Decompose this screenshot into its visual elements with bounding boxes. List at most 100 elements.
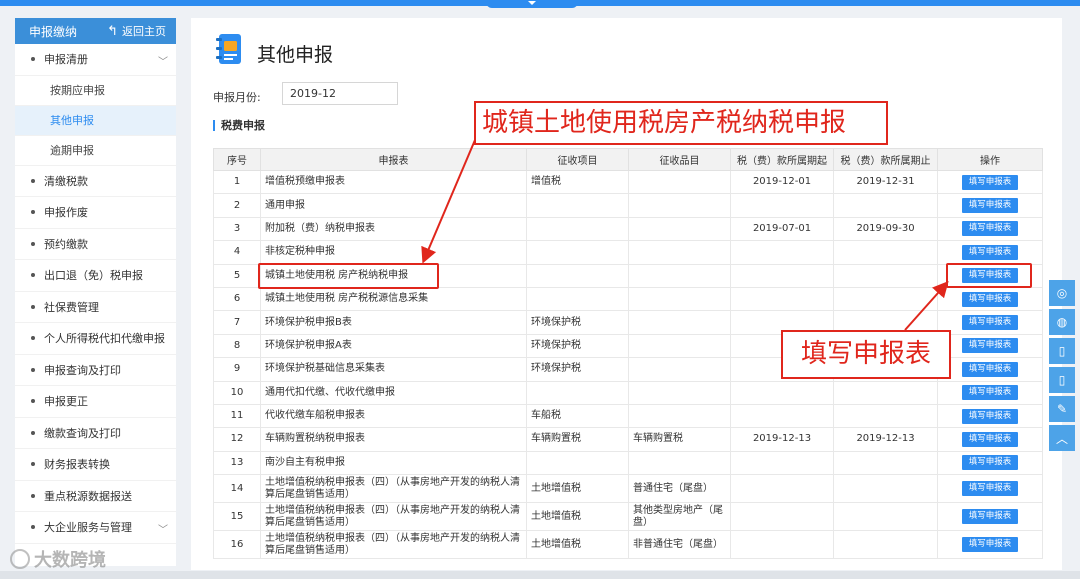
sidebar-subitem[interactable]: 按期应申报 <box>15 76 176 106</box>
fill-form-button[interactable]: 填写申报表 <box>962 408 1018 424</box>
month-input[interactable] <box>282 82 398 105</box>
period-end <box>833 403 938 429</box>
row-number: 3 <box>213 216 261 242</box>
weibo-icon[interactable]: ◍ <box>1049 309 1075 335</box>
tax-subitem: 非普通住宅（尾盘） <box>628 530 731 560</box>
fill-form-button[interactable]: 填写申报表 <box>962 509 1018 525</box>
sidebar-subitem[interactable]: 其他申报 <box>15 105 176 136</box>
form-name: 土地增值税纳税申报表（四）（从事房地产开发的纳税人清算后尾盘销售适用） <box>260 530 527 560</box>
sidebar-item[interactable]: 个人所得税代扣代缴申报 <box>15 323 176 355</box>
chevron-down-icon: ﹀ <box>158 57 168 68</box>
sidebar-item-label: 大企业服务与管理 <box>44 521 132 535</box>
tax-item <box>526 286 629 312</box>
form-icon <box>216 34 241 64</box>
tax-subitem <box>628 286 731 312</box>
row-number: 9 <box>213 357 261 382</box>
tax-item <box>526 240 629 265</box>
period-end <box>833 286 938 312</box>
sidebar-item[interactable]: 大企业服务与管理 ﹀ <box>15 512 176 544</box>
phone-icon[interactable]: ▯ <box>1049 367 1075 393</box>
highlight-fill-button-5 <box>946 263 1032 288</box>
tool-rail: ◎ ◍ ▯ ▯ ✎ ︿ <box>1049 280 1075 454</box>
action-cell: 填写申报表 <box>937 403 1043 429</box>
row-number: 4 <box>213 240 261 265</box>
sidebar-subitem[interactable]: 逾期申报 <box>15 136 176 166</box>
sidebar-item-label: 申报查询及打印 <box>44 363 121 377</box>
back-to-top-icon[interactable]: ︿ <box>1049 425 1075 451</box>
page-title: 其他申报 <box>257 44 334 66</box>
fill-form-button[interactable]: 填写申报表 <box>962 481 1018 497</box>
fill-form-button[interactable]: 填写申报表 <box>962 431 1018 447</box>
form-name: 土地增值税纳税申报表（四）（从事房地产开发的纳税人清算后尾盘销售适用） <box>260 474 527 504</box>
tax-subitem: 普通住宅（尾盘） <box>628 474 731 504</box>
row-number: 15 <box>213 502 261 532</box>
fill-form-button[interactable]: 填写申报表 <box>962 198 1018 214</box>
period-end <box>833 474 938 504</box>
table-row: 6 城镇土地使用税 房产税税源信息采集 填写申报表 <box>213 286 1043 312</box>
row-number: 6 <box>213 286 261 312</box>
fill-form-button[interactable]: 填写申报表 <box>962 174 1018 190</box>
sidebar-item[interactable]: 申报更正 <box>15 386 176 418</box>
row-number: 7 <box>213 310 261 335</box>
chat-icon[interactable]: ◎ <box>1049 280 1075 306</box>
mobile-icon[interactable]: ▯ <box>1049 338 1075 364</box>
highlight-row-5 <box>258 263 439 289</box>
callout-fill-form: 填写申报表 <box>781 330 951 379</box>
form-name: 南沙自主有税申报 <box>260 450 527 476</box>
sidebar-item[interactable]: 社保费管理 <box>15 292 176 323</box>
sidebar-item[interactable]: 申报作废 <box>15 197 176 229</box>
sidebar-item[interactable]: 重点税源数据报送 <box>15 481 176 512</box>
tax-subitem <box>628 310 731 335</box>
tax-item <box>526 216 629 242</box>
period-start: 2019-07-01 <box>730 216 834 242</box>
sidebar-item[interactable]: 清缴税款 <box>15 166 176 197</box>
fill-form-button[interactable]: 填写申报表 <box>962 338 1018 354</box>
tax-item: 车辆购置税 <box>526 427 629 452</box>
horizontal-scrollbar[interactable] <box>0 571 1080 579</box>
form-name: 附加税（费）纳税申报表 <box>260 216 527 242</box>
fill-form-button[interactable]: 填写申报表 <box>962 537 1018 553</box>
tax-subitem <box>628 380 731 405</box>
form-name: 代收代缴车船税申报表 <box>260 403 527 429</box>
row-number: 11 <box>213 403 261 429</box>
action-cell: 填写申报表 <box>937 169 1043 195</box>
sidebar-item[interactable]: 财务报表转换 <box>15 449 176 481</box>
sidebar-title: 申报缴纳 <box>29 24 78 39</box>
sidebar-item[interactable]: 申报查询及打印 <box>15 355 176 386</box>
tax-subitem <box>628 240 731 265</box>
top-collapse-tab[interactable] <box>486 0 578 8</box>
form-name: 通用代扣代缴、代收代缴申报 <box>260 380 527 405</box>
bullet-icon <box>31 57 35 62</box>
fill-form-button[interactable]: 填写申报表 <box>962 221 1018 237</box>
row-number: 12 <box>213 427 261 452</box>
tax-subitem <box>628 357 731 382</box>
form-name: 非核定税种申报 <box>260 240 527 265</box>
sidebar-item-label: 缴款查询及打印 <box>44 426 121 440</box>
sidebar-item[interactable]: 出口退（免）税申报 <box>15 260 176 292</box>
return-home-button[interactable]: ↰ 返回主页 <box>107 23 166 39</box>
fill-form-button[interactable]: 填写申报表 <box>962 291 1018 307</box>
edit-icon[interactable]: ✎ <box>1049 396 1075 422</box>
watermark-logo-icon <box>10 549 30 569</box>
bullet-icon <box>31 304 35 309</box>
sidebar-item[interactable]: 缴款查询及打印 <box>15 418 176 449</box>
tax-subitem <box>628 450 731 476</box>
chevron-down-icon: ﹀ <box>158 525 168 536</box>
tax-item <box>526 193 629 218</box>
fill-form-button[interactable]: 填写申报表 <box>962 385 1018 401</box>
period-start <box>730 474 834 504</box>
fill-form-button[interactable]: 填写申报表 <box>962 361 1018 377</box>
fill-form-button[interactable]: 填写申报表 <box>962 455 1018 471</box>
sidebar-item[interactable]: 预约缴款 <box>15 229 176 260</box>
section-title: 税费申报 <box>213 120 265 131</box>
bullet-icon <box>31 210 35 215</box>
tax-item: 土地增值税 <box>526 474 629 504</box>
sidebar-item[interactable]: 申报清册 ﹀ <box>15 44 176 76</box>
table-row: 13 南沙自主有税申报 填写申报表 <box>213 450 1043 476</box>
tax-subitem <box>628 403 731 429</box>
tax-item: 土地增值税 <box>526 502 629 532</box>
fill-form-button[interactable]: 填写申报表 <box>962 315 1018 331</box>
period-start <box>730 193 834 218</box>
sidebar-item-label: 重点税源数据报送 <box>44 489 132 503</box>
fill-form-button[interactable]: 填写申报表 <box>962 244 1018 260</box>
